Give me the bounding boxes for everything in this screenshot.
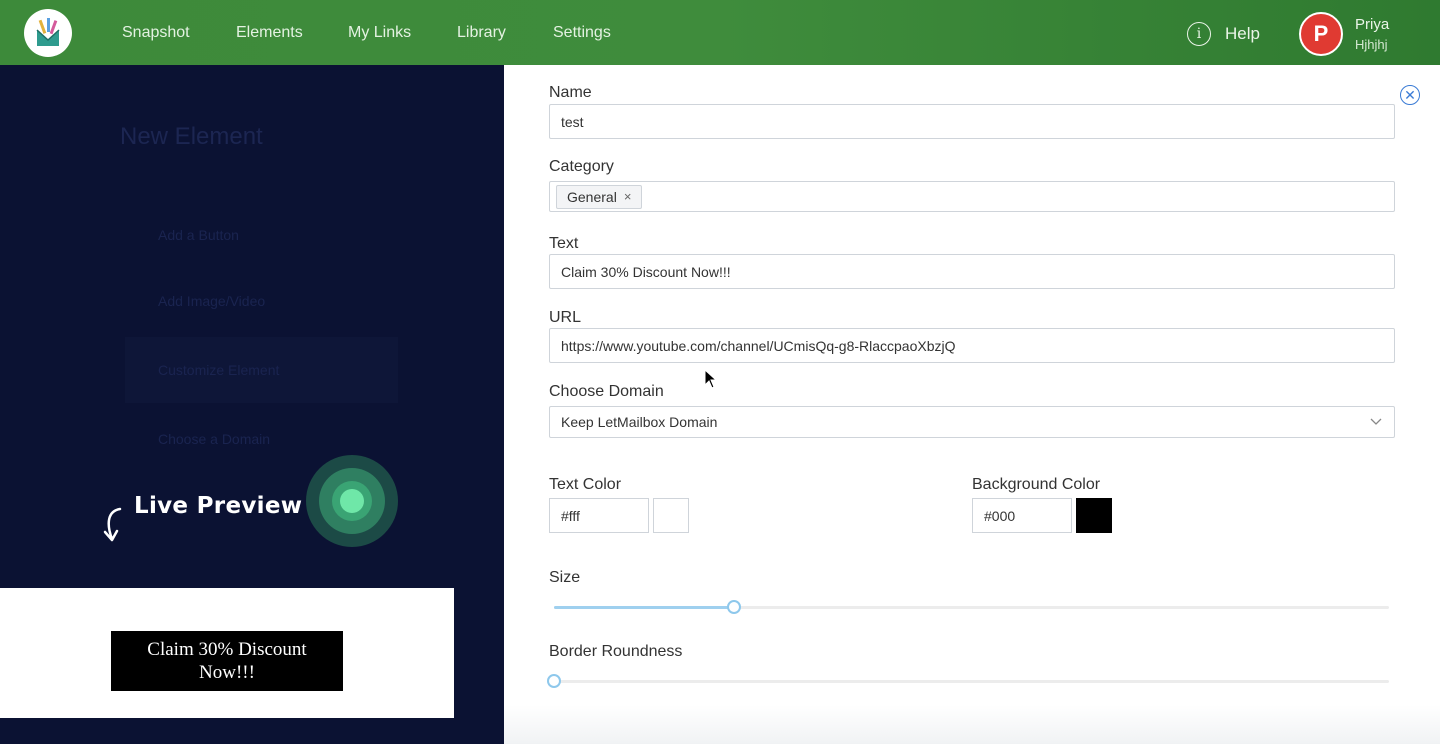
nav-elements[interactable]: Elements — [236, 24, 303, 42]
text-color-swatch[interactable] — [653, 498, 689, 533]
nav-library[interactable]: Library — [457, 24, 506, 42]
curved-arrow-icon — [103, 507, 122, 542]
background-color-label: Background Color — [972, 476, 1101, 493]
background-page-title: New Element — [120, 123, 263, 150]
preview-canvas: Claim 30% Discount Now!!! — [0, 588, 454, 718]
domain-label: Choose Domain — [549, 383, 664, 400]
border-slider-handle[interactable] — [547, 674, 561, 688]
category-tag-label: General — [567, 188, 617, 205]
top-navbar: Snapshot Elements My Links Library Setti… — [0, 0, 1440, 65]
border-roundness-slider[interactable] — [547, 674, 1389, 688]
help-link[interactable]: i Help — [1187, 22, 1260, 46]
name-label: Name — [549, 84, 592, 101]
close-icon[interactable]: ✕ — [1400, 85, 1420, 105]
help-label: Help — [1225, 24, 1260, 43]
border-roundness-label: Border Roundness — [549, 643, 683, 660]
info-icon: i — [1187, 22, 1211, 46]
size-slider[interactable] — [554, 600, 1389, 614]
category-tag: General × — [556, 184, 643, 209]
category-label: Category — [549, 158, 614, 175]
size-slider-fill — [554, 606, 734, 609]
nav-my-links[interactable]: My Links — [348, 24, 411, 42]
live-indicator — [306, 455, 398, 547]
text-color-input[interactable]: #fff — [549, 498, 649, 533]
nav-snapshot[interactable]: Snapshot — [122, 24, 190, 42]
logo-icon — [36, 18, 60, 46]
size-slider-handle[interactable] — [726, 600, 741, 614]
category-select[interactable]: General × — [549, 181, 1395, 212]
url-label: URL — [549, 309, 582, 326]
text-color-label: Text Color — [549, 476, 622, 493]
background-color-input[interactable]: #000 — [972, 498, 1072, 533]
user-avatar[interactable]: P — [1299, 12, 1343, 56]
text-input[interactable]: Claim 30% Discount Now!!! — [549, 254, 1395, 289]
size-label: Size — [549, 569, 581, 586]
background-step: Add Image/Video — [158, 293, 266, 309]
url-input[interactable]: https://www.youtube.com/channel/UCmisQq-… — [549, 328, 1395, 363]
nav-settings[interactable]: Settings — [553, 24, 611, 42]
mouse-cursor-icon — [704, 369, 718, 389]
background-step: Add a Button — [158, 227, 239, 243]
panel-footer-shade — [504, 705, 1440, 744]
background-color-swatch[interactable] — [1076, 498, 1112, 533]
preview-panel: New Element Add a Button Add Image/Video… — [0, 65, 504, 744]
domain-select[interactable]: Keep LetMailbox Domain — [549, 406, 1395, 438]
live-preview-label: Live Preview — [134, 493, 303, 519]
user-subtitle: Hjhjhj — [1355, 37, 1388, 52]
background-step: Customize Element — [158, 362, 280, 378]
background-step: Choose a Domain — [158, 431, 271, 447]
text-label: Text — [549, 235, 579, 252]
name-input[interactable]: test — [549, 104, 1395, 139]
domain-selected-value: Keep LetMailbox Domain — [561, 414, 718, 430]
remove-tag-icon[interactable]: × — [624, 189, 632, 204]
app-logo[interactable] — [24, 9, 72, 57]
preview-cta-button[interactable]: Claim 30% Discount Now!!! — [111, 631, 343, 691]
chevron-down-icon — [1370, 415, 1382, 429]
user-name[interactable]: Priya — [1355, 16, 1389, 33]
element-form-panel: ✕ Name test Category General × Text Clai… — [504, 65, 1440, 744]
